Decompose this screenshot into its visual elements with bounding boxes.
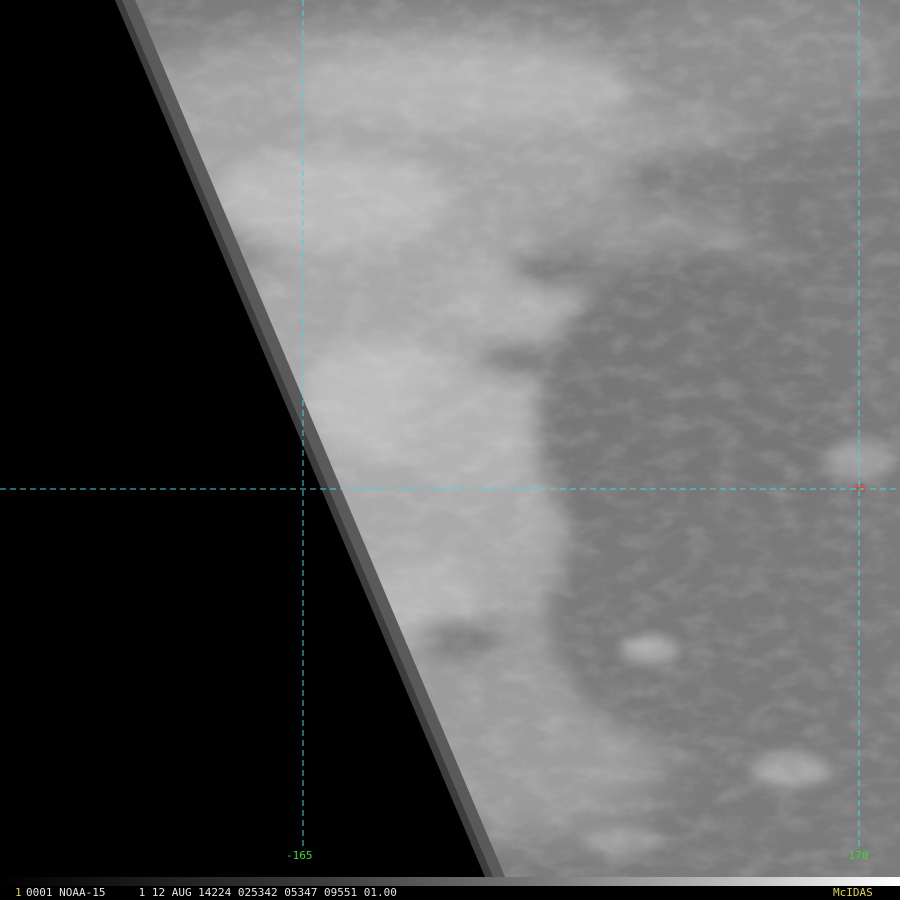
mcidas-label: McIDAS bbox=[833, 886, 873, 899]
grayscale-bar bbox=[0, 877, 900, 886]
longitude-label-right: -170 bbox=[842, 849, 869, 862]
latitude-label: 35 bbox=[853, 482, 867, 495]
satellite-image bbox=[0, 0, 900, 900]
image-info-text: 0001 NOAA-15 1 12 AUG 14224 025342 05347… bbox=[26, 886, 397, 899]
longitude-label-left: -165 bbox=[286, 849, 313, 862]
satellite-image-canvas bbox=[0, 0, 900, 877]
frame-number: 1 bbox=[15, 886, 22, 899]
